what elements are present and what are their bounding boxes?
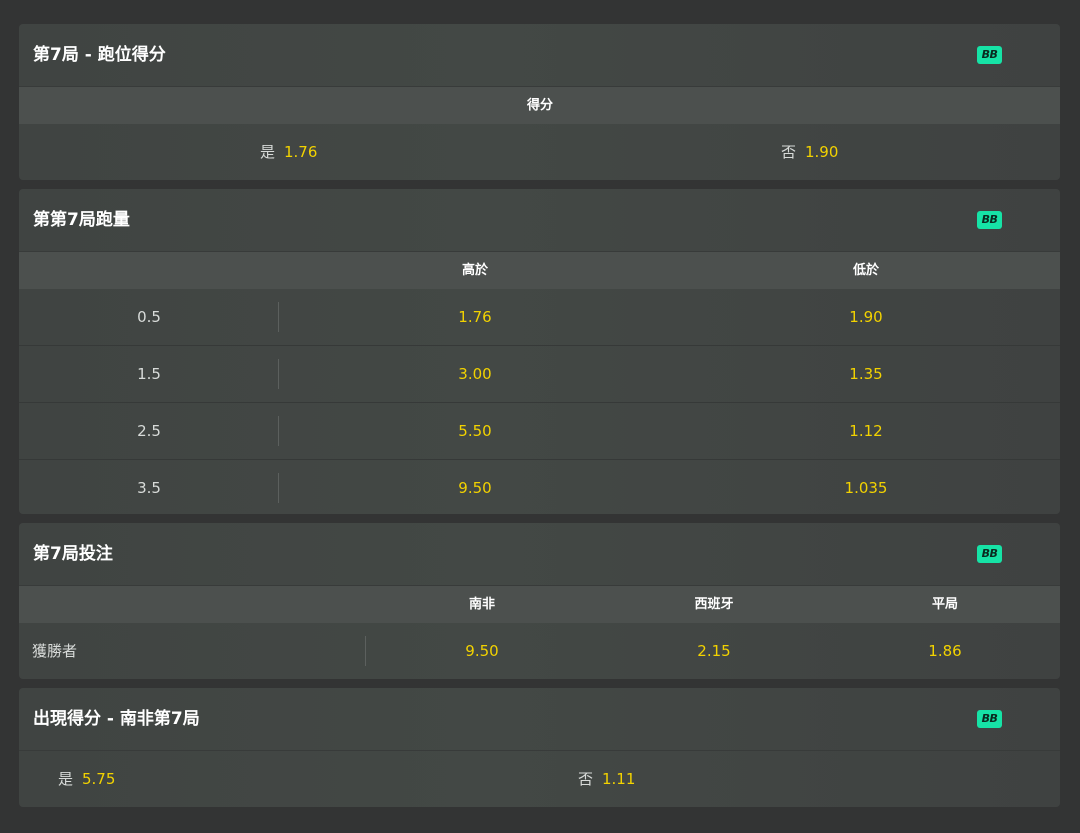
column-header-under: 低於	[852, 263, 880, 278]
option-label: 是	[58, 770, 74, 788]
option-row: 是 1.76 否 1.90	[19, 124, 1060, 180]
column-divider	[278, 416, 279, 446]
bet-builder-badge: BB	[977, 46, 1002, 64]
column-header-band: 高於 低於	[19, 252, 1060, 289]
market-card-total-runs: 第第7局跑量 BB 高於 低於 0.5 1.76 1.90 1.5 3.00 1…	[19, 189, 1060, 514]
column-divider	[365, 636, 366, 666]
odds-over[interactable]: 3.00	[458, 346, 491, 402]
table-row: 1.5 3.00 1.35	[19, 345, 1060, 402]
column-header-team-1: 南非	[468, 597, 496, 612]
market-card-header[interactable]: 第7局投注 BB	[19, 523, 1060, 586]
odds-under[interactable]: 1.12	[849, 403, 882, 459]
odds-draw[interactable]: 1.86	[928, 623, 961, 679]
column-header-band: 得分	[19, 87, 1060, 124]
option-label: 否	[781, 143, 797, 161]
odds-over[interactable]: 9.50	[458, 460, 491, 514]
option-label: 否	[578, 770, 594, 788]
odds-team-2[interactable]: 2.15	[697, 623, 730, 679]
column-header-score: 得分	[526, 98, 554, 113]
table-row: 3.5 9.50 1.035	[19, 459, 1060, 514]
column-header-team-2: 西班牙	[694, 597, 734, 612]
table-row: 0.5 1.76 1.90	[19, 289, 1060, 345]
market-title: 第7局 - 跑位得分	[33, 45, 166, 65]
odds-value[interactable]: 5.75	[82, 751, 115, 807]
market-card-header[interactable]: 第第7局跑量 BB	[19, 189, 1060, 252]
odds-value[interactable]: 1.11	[602, 751, 635, 807]
row-label: 獲勝者	[32, 642, 78, 660]
market-title: 出現得分 - 南非第7局	[33, 709, 200, 729]
line-value: 2.5	[137, 422, 161, 440]
line-value: 0.5	[137, 308, 161, 326]
bet-builder-badge: BB	[977, 710, 1002, 728]
market-card-team-scores: 出現得分 - 南非第7局 BB 是 5.75 否 1.11	[19, 688, 1060, 807]
column-divider	[278, 359, 279, 389]
odds-under[interactable]: 1.90	[849, 289, 882, 345]
odds-over[interactable]: 1.76	[458, 289, 491, 345]
market-title: 第第7局跑量	[33, 210, 130, 230]
option-row: 是 5.75 否 1.11	[19, 751, 1060, 807]
market-card-run-scored: 第7局 - 跑位得分 BB 得分 是 1.76 否 1.90	[19, 24, 1060, 180]
market-title: 第7局投注	[33, 544, 113, 564]
line-value: 1.5	[137, 365, 161, 383]
odds-value[interactable]: 1.76	[284, 124, 317, 180]
table-row: 2.5 5.50 1.12	[19, 402, 1060, 459]
column-header-draw: 平局	[931, 597, 959, 612]
market-card-header[interactable]: 第7局 - 跑位得分 BB	[19, 24, 1060, 87]
odds-under[interactable]: 1.035	[845, 460, 888, 514]
line-value: 3.5	[137, 479, 161, 497]
bet-builder-badge: BB	[977, 211, 1002, 229]
option-label: 是	[260, 143, 276, 161]
market-card-header[interactable]: 出現得分 - 南非第7局 BB	[19, 688, 1060, 751]
market-card-inning-winner: 第7局投注 BB 南非 西班牙 平局 獲勝者 9.50 2.15 1.86	[19, 523, 1060, 679]
table-row: 獲勝者 9.50 2.15 1.86	[19, 623, 1060, 679]
column-divider	[278, 473, 279, 503]
odds-under[interactable]: 1.35	[849, 346, 882, 402]
column-header-over: 高於	[461, 263, 489, 278]
column-header-band: 南非 西班牙 平局	[19, 586, 1060, 623]
odds-team-1[interactable]: 9.50	[465, 623, 498, 679]
column-divider	[278, 302, 279, 332]
bet-builder-badge: BB	[977, 545, 1002, 563]
odds-value[interactable]: 1.90	[805, 124, 838, 180]
odds-over[interactable]: 5.50	[458, 403, 491, 459]
